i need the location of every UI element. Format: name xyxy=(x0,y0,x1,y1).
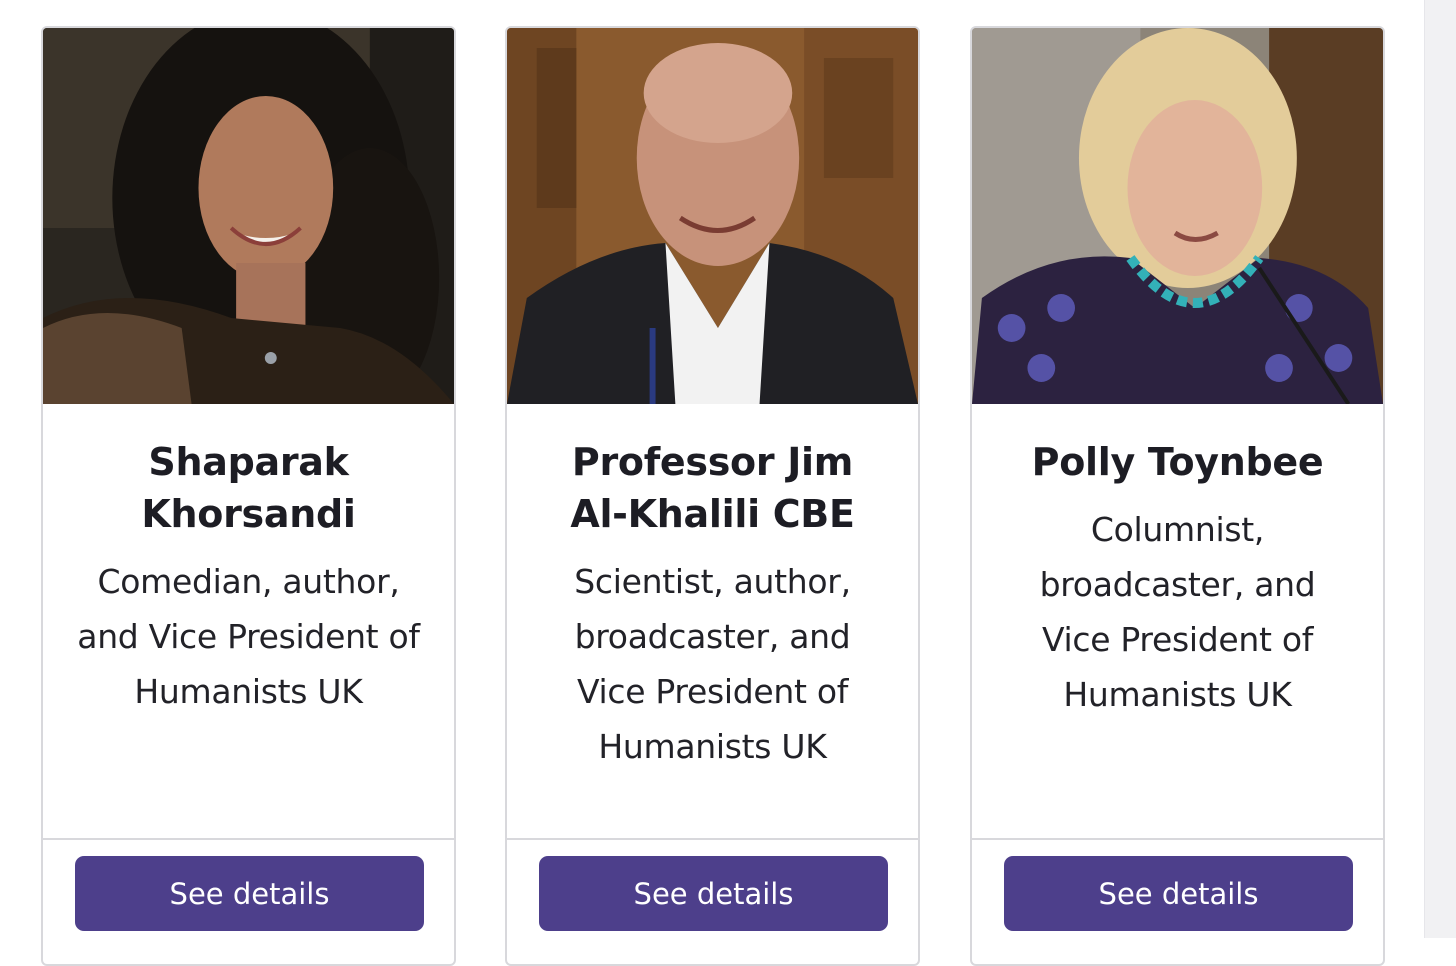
person-card: Polly Toynbee Columnist, broadcaster, an… xyxy=(970,26,1385,966)
person-card: Professor Jim Al-Khalili CBE Scientist, … xyxy=(505,26,920,966)
person-card: Shaparak Khorsandi Comedian, author, and… xyxy=(41,26,456,966)
card-footer: See details xyxy=(507,838,918,964)
person-photo xyxy=(507,28,918,404)
person-name: Professor Jim Al-Khalili CBE xyxy=(570,440,855,536)
person-role: Comedian, author, and Vice President of … xyxy=(77,562,420,711)
person-name: Shaparak Khorsandi xyxy=(141,440,356,536)
see-details-button[interactable]: See details xyxy=(1004,856,1353,931)
card-body: Polly Toynbee Columnist, broadcaster, an… xyxy=(972,404,1383,838)
card-footer: See details xyxy=(972,838,1383,964)
see-details-button[interactable]: See details xyxy=(75,856,424,931)
person-role: Scientist, author, broadcaster, and Vice… xyxy=(574,562,851,766)
see-details-button[interactable]: See details xyxy=(539,856,888,931)
person-photo xyxy=(43,28,454,404)
card-body: Shaparak Khorsandi Comedian, author, and… xyxy=(43,404,454,838)
card-footer: See details xyxy=(43,838,454,964)
person-photo xyxy=(972,28,1383,404)
card-body: Professor Jim Al-Khalili CBE Scientist, … xyxy=(507,404,918,838)
person-role: Columnist, broadcaster, and Vice Preside… xyxy=(1039,510,1316,714)
scrollbar[interactable] xyxy=(1424,0,1456,938)
person-name: Polly Toynbee xyxy=(1031,440,1324,484)
